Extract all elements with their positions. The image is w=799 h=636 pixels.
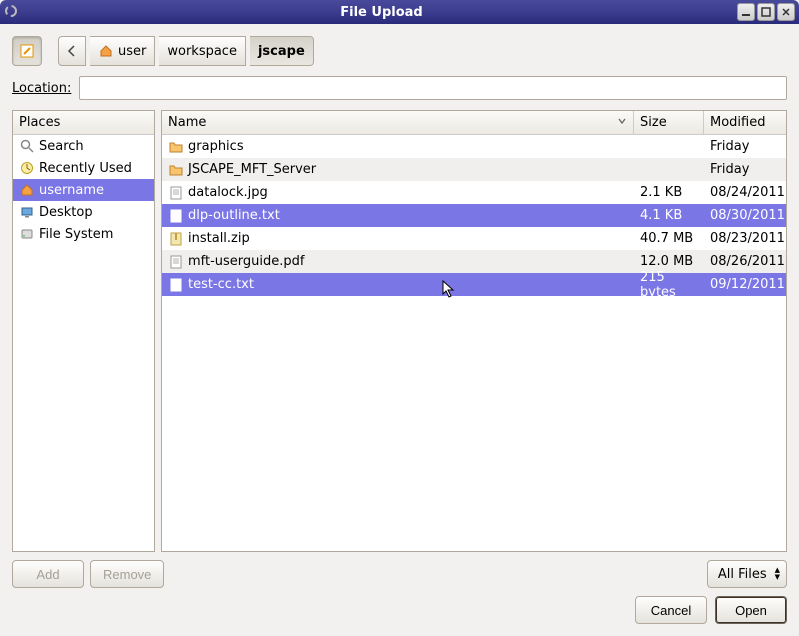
file-row[interactable]: JSCAPE_MFT_Server Friday: [162, 158, 786, 181]
file-modified: 09/12/2011: [704, 277, 786, 292]
disk-icon: [19, 226, 35, 242]
places-item-label: username: [39, 183, 104, 198]
path-toolbar: user workspace jscape: [12, 36, 787, 66]
places-item-desktop[interactable]: Desktop: [13, 201, 154, 223]
minimize-button[interactable]: [737, 3, 755, 21]
file-row[interactable]: test-cc.txt215 bytes09/12/2011: [162, 273, 786, 296]
column-header-label: Name: [168, 115, 206, 130]
places-item-home[interactable]: username: [13, 179, 154, 201]
file-modified: 08/24/2011: [704, 185, 786, 200]
path-segment-label: jscape: [258, 44, 305, 59]
dialog-buttons-row: Cancel Open: [12, 596, 787, 624]
window-title: File Upload: [26, 5, 737, 20]
file-name: mft-userguide.pdf: [188, 254, 305, 269]
clock-icon: [19, 160, 35, 176]
path-segment-jscape[interactable]: jscape: [250, 36, 314, 66]
path-segment-label: workspace: [167, 44, 237, 59]
file-size: 2.1 KB: [634, 185, 704, 200]
file-size: 215 bytes: [634, 270, 704, 300]
location-input[interactable]: [79, 76, 787, 100]
places-buttons-row: Add Remove All Files ▲▼: [12, 560, 787, 588]
location-label: Location:: [12, 81, 71, 96]
file-name: dlp-outline.txt: [188, 208, 280, 223]
file-list-header: Name Size Modified: [162, 111, 786, 135]
file-name: JSCAPE_MFT_Server: [188, 162, 316, 177]
edit-path-button[interactable]: [12, 36, 42, 66]
search-icon: [19, 138, 35, 154]
add-button[interactable]: Add: [12, 560, 84, 588]
places-item-label: Recently Used: [39, 161, 132, 176]
updown-icon: ▲▼: [775, 567, 780, 581]
location-row: Location:: [12, 76, 787, 100]
file-row[interactable]: graphics Friday: [162, 135, 786, 158]
file-name: datalock.jpg: [188, 185, 268, 200]
file-modified: 08/30/2011: [704, 208, 786, 223]
path-back-button[interactable]: [58, 36, 86, 66]
file-icon: [168, 277, 184, 293]
file-size: 12.0 MB: [634, 254, 704, 269]
folder-icon: [168, 139, 184, 155]
column-header-size[interactable]: Size: [634, 111, 704, 134]
sort-indicator-icon: [617, 115, 627, 130]
file-filter-label: All Files: [718, 567, 767, 582]
path-segment-label: user: [118, 44, 146, 59]
file-size: 40.7 MB: [634, 231, 704, 246]
file-icon: [168, 185, 184, 201]
file-filter-combo[interactable]: All Files ▲▼: [707, 560, 787, 588]
places-item-recent[interactable]: Recently Used: [13, 157, 154, 179]
maximize-button[interactable]: [757, 3, 775, 21]
file-name: install.zip: [188, 231, 250, 246]
column-header-label: Modified: [710, 115, 765, 130]
remove-button[interactable]: Remove: [90, 560, 164, 588]
home-icon: [98, 43, 114, 59]
zip-icon: [168, 231, 184, 247]
open-button[interactable]: Open: [715, 596, 787, 624]
file-size: 4.1 KB: [634, 208, 704, 223]
places-item-label: Search: [39, 139, 84, 154]
places-item-filesystem[interactable]: File System: [13, 223, 154, 245]
file-list: Name Size Modified graphicsFridayJSCAPE_…: [161, 110, 787, 552]
places-item-label: Desktop: [39, 205, 93, 220]
column-header-name[interactable]: Name: [162, 111, 634, 134]
file-row[interactable]: dlp-outline.txt 4.1 KB08/30/2011: [162, 204, 786, 227]
places-header[interactable]: Places: [13, 111, 154, 135]
titlebar: File Upload: [0, 0, 799, 24]
places-item-label: File System: [39, 227, 113, 242]
file-icon: [168, 254, 184, 270]
close-button[interactable]: [777, 3, 795, 21]
file-modified: Friday: [704, 162, 786, 177]
file-icon: [168, 208, 184, 224]
file-row[interactable]: datalock.jpg 2.1 KB08/24/2011: [162, 181, 786, 204]
folder-icon: [168, 162, 184, 178]
column-header-label: Size: [640, 115, 667, 130]
path-segment-user[interactable]: user: [90, 36, 155, 66]
path-segment-workspace[interactable]: workspace: [159, 36, 246, 66]
file-name: graphics: [188, 139, 244, 154]
column-header-modified[interactable]: Modified: [704, 111, 786, 134]
file-modified: Friday: [704, 139, 786, 154]
loading-icon: [4, 4, 20, 20]
cancel-button[interactable]: Cancel: [635, 596, 707, 624]
file-name: test-cc.txt: [188, 277, 254, 292]
file-modified: 08/26/2011: [704, 254, 786, 269]
places-panel: Places Search Recently Used username Des…: [12, 110, 155, 552]
desktop-icon: [19, 204, 35, 220]
file-rows[interactable]: graphics Friday JSCAPE_MFT_Server Friday dat…: [162, 135, 786, 551]
home-icon: [19, 182, 35, 198]
file-row[interactable]: install.zip 40.7 MB08/23/2011: [162, 227, 786, 250]
file-modified: 08/23/2011: [704, 231, 786, 246]
places-item-search[interactable]: Search: [13, 135, 154, 157]
